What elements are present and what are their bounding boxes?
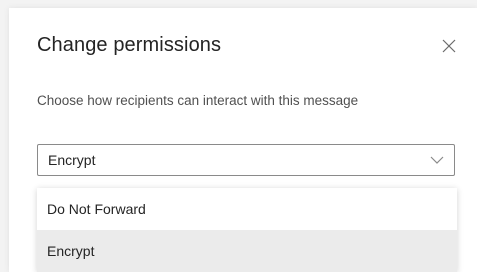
change-permissions-dialog: Change permissions Choose how recipients… bbox=[9, 8, 477, 272]
dialog-description: Choose how recipients can interact with … bbox=[37, 93, 359, 108]
chevron-down-icon bbox=[430, 155, 444, 165]
selected-permission: Encrypt bbox=[48, 152, 96, 168]
option-encrypt[interactable]: Encrypt bbox=[37, 230, 457, 272]
dialog-title: Change permissions bbox=[37, 34, 222, 56]
close-icon[interactable] bbox=[441, 38, 457, 54]
option-do-not-forward[interactable]: Do Not Forward bbox=[37, 188, 457, 230]
permission-select[interactable]: Encrypt bbox=[37, 144, 455, 176]
permission-dropdown-list: Do Not Forward Encrypt bbox=[37, 188, 457, 272]
